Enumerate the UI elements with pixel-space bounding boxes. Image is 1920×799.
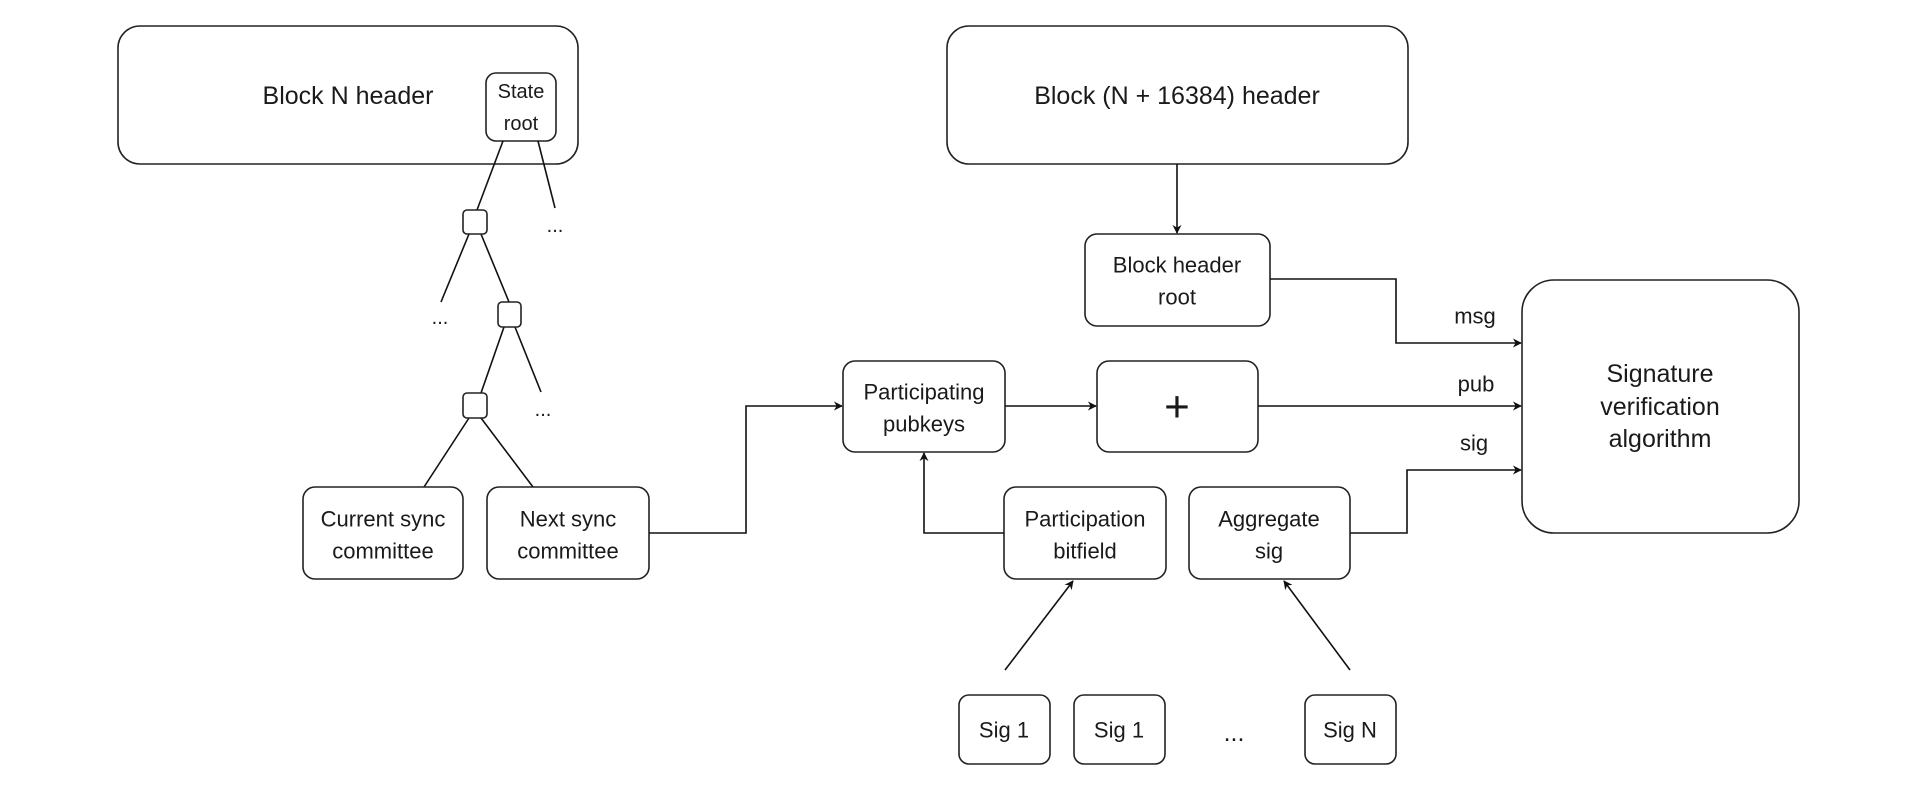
current-sync-committee-box xyxy=(302,486,464,580)
participation-bitfield-label-line2: bitfield xyxy=(1053,539,1117,564)
current-sync-committee: Current sync committee xyxy=(302,486,464,580)
sig-source-2: Sig 1 xyxy=(1073,694,1166,765)
tree-ellipsis: ... xyxy=(547,215,564,237)
participation-bitfield: Participation bitfield xyxy=(1003,486,1167,580)
signature-verification-label-line1: Signature xyxy=(1606,360,1713,388)
tree-ellipsis: ... xyxy=(432,307,449,329)
block-future-header-label: Block (N + 16384) header xyxy=(1034,82,1320,110)
tree-edge xyxy=(514,326,542,393)
sig-source-1: Sig 1 xyxy=(958,694,1051,765)
aggregate-sig-label-line1: Aggregate xyxy=(1218,507,1320,532)
participation-bitfield-box xyxy=(1003,486,1167,580)
tree-ellipsis: ... xyxy=(535,399,552,421)
block-header-root: Block header root xyxy=(1084,233,1271,327)
tree-node xyxy=(462,209,488,235)
sig-source-label: Sig N xyxy=(1323,718,1377,743)
sig-source-n: Sig N xyxy=(1304,694,1397,765)
current-sync-committee-label-line2: committee xyxy=(332,539,433,564)
next-sync-committee-box xyxy=(486,486,650,580)
plus-icon: + xyxy=(1164,383,1190,432)
tree-edge xyxy=(480,233,510,303)
next-sync-committee-label-line1: Next sync xyxy=(520,507,617,532)
block-future-header: Block (N + 16384) header xyxy=(946,25,1409,165)
block-header-root-label-line2: root xyxy=(1158,285,1196,310)
signature-verification-label-line2: verification xyxy=(1600,393,1720,421)
edge-aggsig-to-verify-sig xyxy=(1350,465,1522,534)
signature-verification-label-line3: algorithm xyxy=(1609,425,1712,453)
sig-sources-ellipsis: ... xyxy=(1224,719,1245,747)
edge-sigs-to-bitfield xyxy=(1004,580,1074,671)
state-root: State root xyxy=(485,72,557,142)
sig-source-label: Sig 1 xyxy=(1094,718,1144,743)
aggregate-sig: Aggregate sig xyxy=(1188,486,1351,580)
tree-edge xyxy=(480,417,534,488)
block-n-header-label: Block N header xyxy=(263,82,434,110)
block-header-root-label-line1: Block header xyxy=(1113,253,1241,278)
participating-pubkeys-label-line2: pubkeys xyxy=(883,412,965,437)
next-sync-committee: Next sync committee xyxy=(486,486,650,580)
participating-pubkeys-label-line1: Participating xyxy=(863,380,984,405)
edge-label-sig: sig xyxy=(1460,431,1488,456)
edge-label-pub: pub xyxy=(1458,372,1495,397)
edge-bitfield-to-pubkeys xyxy=(919,452,1004,534)
current-sync-committee-label-line1: Current sync xyxy=(321,507,446,532)
sig-source-label: Sig 1 xyxy=(979,718,1029,743)
tree-node xyxy=(497,301,522,328)
aggregate-sig-box xyxy=(1188,486,1351,580)
tree-edge xyxy=(423,417,470,488)
participation-bitfield-label-line1: Participation xyxy=(1024,507,1145,532)
participating-pubkeys: Participating pubkeys xyxy=(842,360,1006,453)
state-root-label-line2: root xyxy=(504,113,539,135)
edge-next-committee-to-pubkeys xyxy=(649,401,843,534)
sync-committee-diagram: Block N header State root ... ... ... Cu… xyxy=(117,25,1800,765)
next-sync-committee-label-line2: committee xyxy=(517,539,618,564)
edge-sigs-to-aggsig xyxy=(1283,580,1351,671)
edge-label-msg: msg xyxy=(1454,304,1496,329)
aggregate-operation: + xyxy=(1096,360,1259,453)
block-header-root-box xyxy=(1084,233,1271,327)
tree-edge xyxy=(440,233,470,303)
state-root-label-line1: State xyxy=(498,81,545,103)
tree-edge xyxy=(480,326,505,394)
aggregate-sig-label-line2: sig xyxy=(1255,539,1283,564)
participating-pubkeys-box xyxy=(842,360,1006,453)
signature-verification-algorithm: Signature verification algorithm xyxy=(1521,279,1800,534)
tree-node xyxy=(462,392,488,419)
